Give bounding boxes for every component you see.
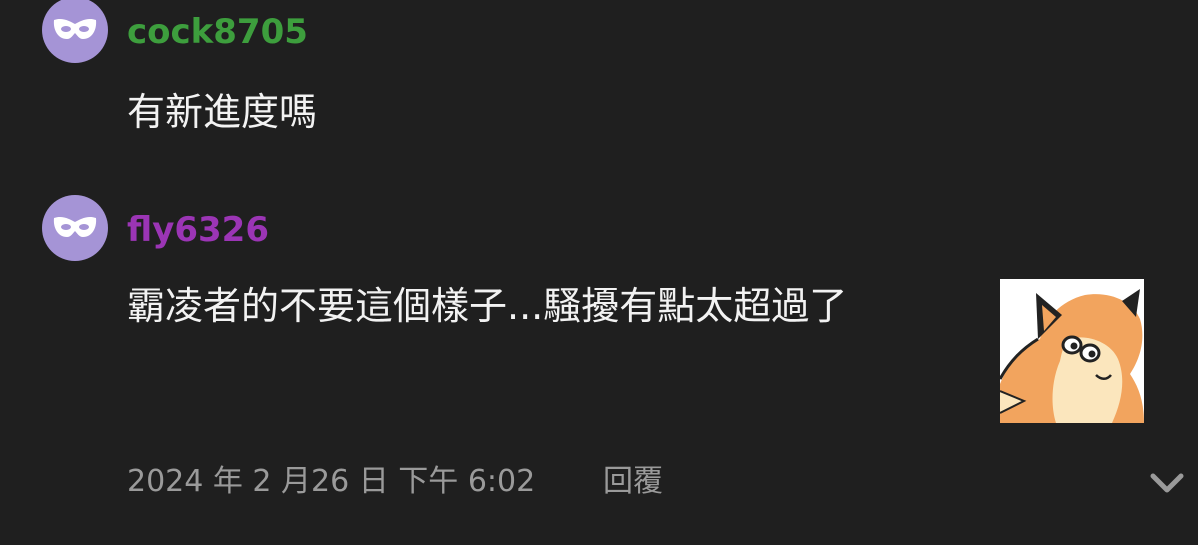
- fox-sticker: [1000, 279, 1144, 423]
- reply-button[interactable]: 回覆: [603, 462, 663, 502]
- username[interactable]: fly6326: [127, 210, 269, 250]
- username[interactable]: cock8705: [127, 12, 308, 52]
- avatar[interactable]: [42, 0, 108, 63]
- comment-text: 有新進度嗎: [127, 90, 318, 134]
- comment-text: 霸凌者的不要這個樣子...騷擾有點太超過了: [127, 284, 848, 328]
- mask-icon: [53, 18, 97, 39]
- timestamp: 2024 年 2 月26 日 下午 6:02: [127, 464, 536, 499]
- avatar[interactable]: [42, 195, 108, 261]
- mask-icon: [53, 216, 97, 237]
- chevron-down-icon[interactable]: [1148, 466, 1186, 500]
